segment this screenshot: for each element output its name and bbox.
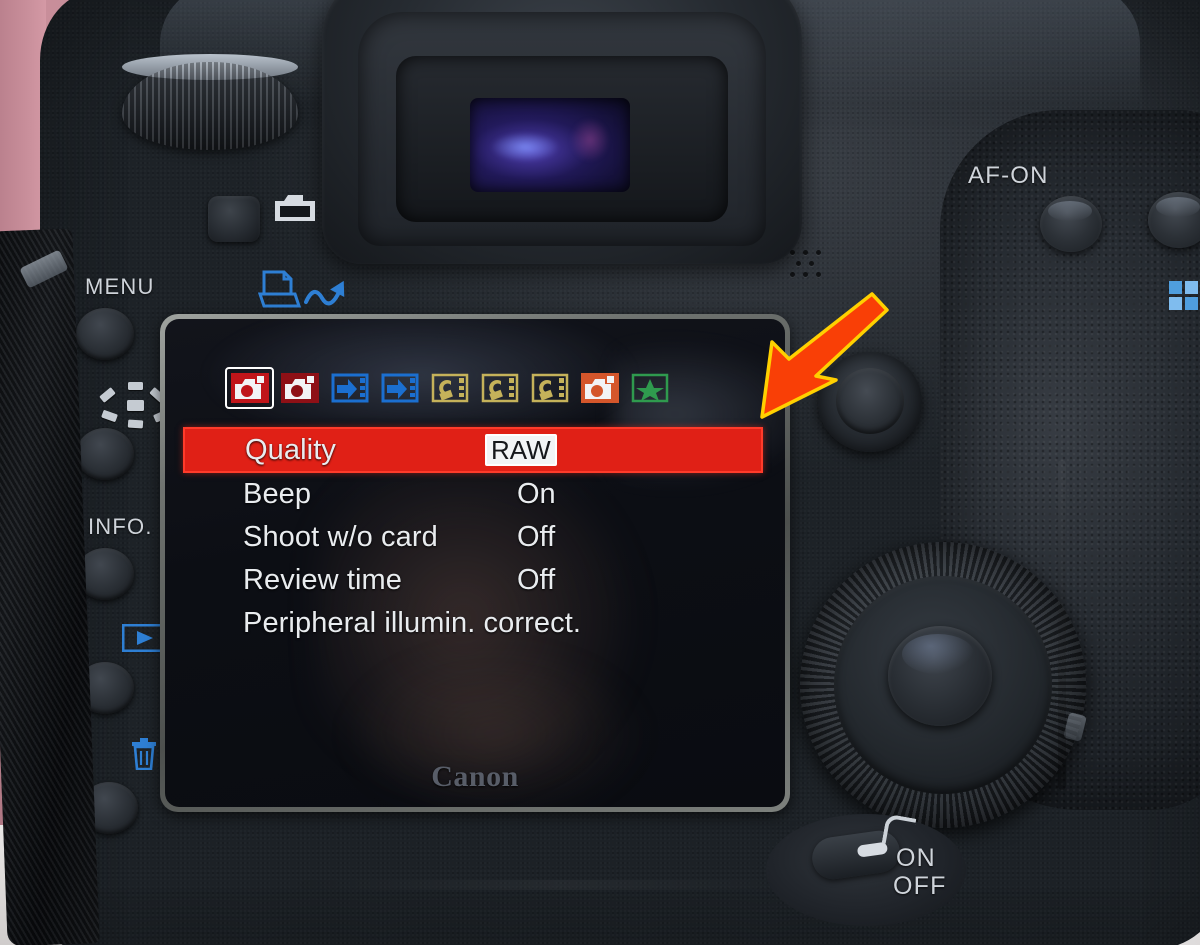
playback-icon xyxy=(381,373,419,403)
menu-row-label: Beep xyxy=(243,478,312,510)
menu-row-value: On xyxy=(517,478,556,510)
menu-row[interactable]: Beep On xyxy=(165,473,785,516)
menu-row[interactable]: Peripheral illumin. correct. xyxy=(165,602,785,645)
menu-tab-bar[interactable] xyxy=(225,367,672,409)
canon-brand-logo: Canon xyxy=(431,760,519,793)
lcd-bezel: Quality RAW Beep On Shoot w/o card Off Review … xyxy=(160,314,790,812)
menu-row-label: Shoot w/o card xyxy=(243,521,438,553)
af-on-button[interactable] xyxy=(1040,196,1102,252)
menu-tab-shooting-1[interactable] xyxy=(225,367,274,409)
playback-icon xyxy=(331,373,369,403)
menu-tab-setup-1[interactable] xyxy=(427,369,472,407)
power-off-label: OFF xyxy=(893,872,947,900)
star-icon xyxy=(631,373,669,403)
info-button-label: INFO. xyxy=(88,514,153,539)
annotation-arrow-icon xyxy=(744,284,894,424)
screenshot-stage: MENU INFO. AF-ON ON OFF Quality RAW Beep… xyxy=(0,0,1200,945)
power-on-label: ON xyxy=(896,844,936,872)
live-view-button[interactable] xyxy=(208,196,260,242)
af-on-label: AF-ON xyxy=(968,162,1049,189)
viewfinder xyxy=(322,0,802,264)
menu-row-label: Review time xyxy=(243,564,403,596)
set-button-highlight xyxy=(902,634,974,674)
index-grid-icon xyxy=(1168,280,1200,312)
menu-tab-my-menu[interactable] xyxy=(627,369,672,407)
menu-tab-custom-functions[interactable] xyxy=(577,369,622,407)
menu-tab-setup-3[interactable] xyxy=(527,369,572,407)
speaker-holes xyxy=(790,250,828,284)
quick-control-dial-icon[interactable] xyxy=(800,542,1087,828)
menu-row-label: Peripheral illumin. correct. xyxy=(243,607,582,639)
lcd-screen[interactable]: Quality RAW Beep On Shoot w/o card Off Review … xyxy=(165,319,785,807)
menu-row-value: Off xyxy=(517,564,556,596)
viewfinder-glint-secondary xyxy=(570,118,610,162)
menu-row-value: Off xyxy=(517,521,556,553)
menu-row-label: Quality xyxy=(245,433,336,466)
wrench-icon xyxy=(481,373,519,403)
camera-icon xyxy=(272,192,318,224)
set-button-icon[interactable] xyxy=(888,626,992,726)
menu-tab-playback-2[interactable] xyxy=(377,369,422,407)
camera-icon xyxy=(230,373,269,403)
menu-tab-setup-2[interactable] xyxy=(477,369,522,407)
menu-item-list[interactable]: Quality RAW Beep On Shoot w/o card Off Review … xyxy=(165,427,785,645)
menu-row-value: RAW xyxy=(485,434,557,466)
playback-icon xyxy=(121,623,165,653)
menu-row[interactable]: Shoot w/o card Off xyxy=(165,516,785,559)
picture-style-button[interactable] xyxy=(76,428,134,480)
mode-dial[interactable] xyxy=(122,54,298,150)
menu-row[interactable]: Review time Off xyxy=(165,559,785,602)
wrench-icon xyxy=(431,373,469,403)
trash-icon xyxy=(130,738,158,771)
card-door-seam xyxy=(1058,460,1066,790)
menu-row[interactable]: Quality RAW xyxy=(183,427,763,473)
viewfinder-eyepiece-glass xyxy=(470,98,630,192)
menu-tab-shooting-2[interactable] xyxy=(277,369,322,407)
camera-icon xyxy=(280,373,319,403)
menu-button-label: MENU xyxy=(85,274,155,299)
camera-icon xyxy=(580,373,619,403)
menu-button[interactable] xyxy=(76,308,134,360)
print-share-icon xyxy=(257,268,350,310)
menu-tab-playback-1[interactable] xyxy=(327,369,372,407)
power-switch-indicator xyxy=(856,841,889,858)
wrench-icon xyxy=(531,373,569,403)
viewfinder-glint xyxy=(490,132,560,162)
